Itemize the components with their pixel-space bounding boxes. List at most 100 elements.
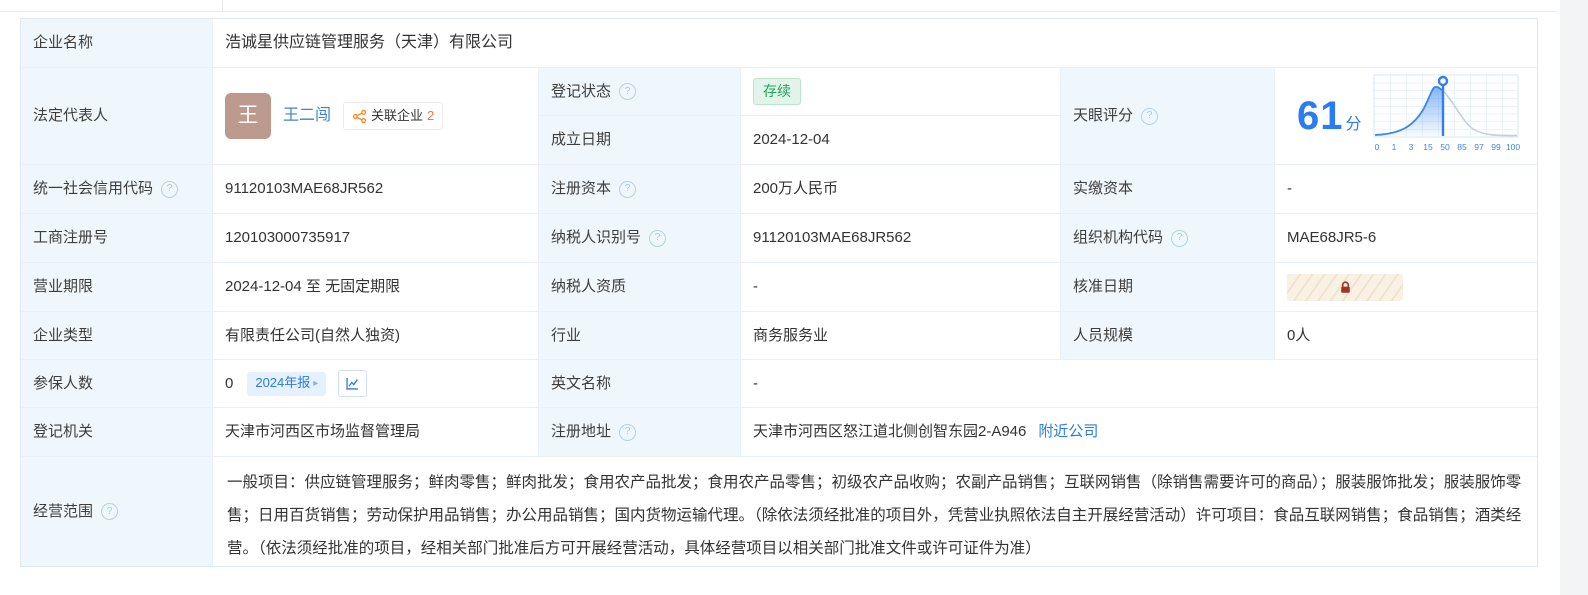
- help-icon[interactable]: ?: [619, 83, 637, 100]
- field-label-score: 天眼评分 ?: [1061, 68, 1275, 165]
- field-label-scope: 经营范围 ?: [21, 457, 213, 566]
- svg-text:100: 100: [1506, 142, 1520, 152]
- reg-capital-value: 200万人民币: [741, 165, 1061, 214]
- help-icon[interactable]: ?: [101, 503, 119, 520]
- label-text: 行业: [551, 326, 582, 344]
- taxpayer-no-value: 91120103MAE68JR562: [741, 214, 1061, 263]
- label-text: 统一社会信用代码: [33, 180, 154, 198]
- value-text: 2024-12-04 至 无固定期限: [225, 278, 401, 296]
- paid-capital-value: -: [1275, 165, 1537, 214]
- help-icon[interactable]: ?: [1171, 229, 1189, 247]
- score-number: 61 分: [1297, 96, 1362, 136]
- value-text: 120103000735917: [225, 229, 351, 247]
- field-label-biz-reg-no: 工商注册号: [21, 214, 213, 263]
- biz-term-value: 2024-12-04 至 无固定期限: [213, 263, 539, 312]
- field-label-biz-term: 营业期限: [21, 263, 213, 312]
- field-label-address: 注册地址 ?: [539, 408, 741, 457]
- insured-trend-button[interactable]: [338, 370, 368, 397]
- svg-text:85: 85: [1457, 142, 1467, 152]
- status-badge: 存续: [753, 78, 801, 105]
- label-text: 营业期限: [33, 278, 94, 296]
- company-info-page: 企业名称 浩诚星供应链管理服务（天津）有限公司 法定代表人 王 王二闯 关联企业…: [0, 0, 1588, 595]
- legal-rep-value: 王 王二闯 关联企业 2: [213, 68, 539, 165]
- value-text: 天津市河西区市场监督管理局: [225, 423, 421, 441]
- score-value: 61 分 0 1 3 15 50 85 97 99 100: [1275, 68, 1537, 165]
- score-distribution-chart: 0 1 3 15 50 85 97 99 100: [1373, 74, 1520, 152]
- field-label-company-type: 企业类型: [21, 312, 213, 360]
- help-icon[interactable]: ?: [1141, 107, 1159, 125]
- value-text: 商务服务业: [753, 326, 829, 344]
- label-text: 注册地址: [551, 423, 612, 441]
- label-text: 企业类型: [33, 326, 94, 344]
- company-name-text: 浩诚星供应链管理服务（天津）有限公司: [225, 33, 514, 51]
- value-text: 2024-12-04: [753, 131, 830, 149]
- caret-right-icon: ▸: [313, 378, 319, 389]
- svg-text:1: 1: [1392, 142, 1397, 152]
- value-text: MAE68JR5-6: [1287, 229, 1377, 247]
- label-text: 天眼评分: [1073, 107, 1134, 125]
- value-text: 200万人民币: [753, 180, 839, 198]
- help-icon[interactable]: ?: [161, 180, 179, 198]
- field-label-reg-capital: 注册资本 ?: [539, 165, 741, 214]
- field-label-insured: 参保人数: [21, 360, 213, 408]
- label-text: 纳税人识别号: [551, 229, 642, 247]
- company-info-table: 企业名称 浩诚星供应链管理服务（天津）有限公司 法定代表人 王 王二闯 关联企业…: [20, 18, 1538, 567]
- label-text: 工商注册号: [33, 229, 109, 247]
- address-value: 天津市河西区怒江道北侧创智东园2-A946 附近公司: [741, 408, 1537, 457]
- org-code-value: MAE68JR5-6: [1275, 214, 1537, 263]
- company-name-value: 浩诚星供应链管理服务（天津）有限公司: [213, 19, 1537, 68]
- label-text: 登记机关: [33, 423, 94, 441]
- field-label-english-name: 英文名称: [539, 360, 741, 408]
- svg-text:15: 15: [1423, 142, 1433, 152]
- label-text: 注册资本: [551, 180, 612, 198]
- field-label-paid-capital: 实缴资本: [1061, 165, 1275, 214]
- label-text: 实缴资本: [1073, 180, 1134, 198]
- field-label-taxpayer-quali: 纳税人资质: [539, 263, 741, 312]
- label-text: 人员规模: [1073, 326, 1134, 344]
- page-gutter: [1560, 0, 1588, 595]
- svg-text:97: 97: [1474, 142, 1484, 152]
- reg-authority-value: 天津市河西区市场监督管理局: [213, 408, 539, 457]
- field-label-reg-status: 登记状态 ?: [539, 68, 741, 116]
- value-text: 0: [225, 374, 234, 392]
- value-text: -: [1287, 180, 1292, 198]
- avatar[interactable]: 王: [225, 93, 271, 139]
- credit-code-value: 91120103MAE68JR562: [213, 165, 539, 214]
- label-text: 法定代表人: [33, 107, 109, 125]
- taxpayer-quali-value: -: [741, 263, 1061, 312]
- svg-text:0: 0: [1375, 142, 1380, 152]
- label-text: 英文名称: [551, 374, 612, 392]
- help-icon[interactable]: ?: [649, 229, 667, 247]
- label-text: 企业名称: [33, 34, 94, 52]
- biz-reg-no-value: 120103000735917: [213, 214, 539, 263]
- related-companies-badge[interactable]: 关联企业 2: [343, 102, 444, 130]
- value-text: 91120103MAE68JR562: [753, 229, 912, 247]
- reg-status-value: 存续: [741, 68, 1061, 116]
- help-icon[interactable]: ?: [619, 423, 637, 441]
- staff-size-value: 0人: [1275, 312, 1537, 360]
- label-text: 核准日期: [1073, 278, 1134, 296]
- address-text: 天津市河西区怒江道北侧创智东园2-A946: [753, 423, 1027, 441]
- insured-value: 0 2024年报 ▸: [213, 360, 539, 408]
- field-label-staff-size: 人员规模: [1061, 312, 1275, 360]
- related-companies-count: 2: [427, 107, 435, 123]
- value-text: 91120103MAE68JR562: [225, 180, 384, 198]
- score-marker-dot: [1437, 75, 1449, 87]
- field-label-credit-code: 统一社会信用代码 ?: [21, 165, 213, 214]
- nearby-companies-link[interactable]: 附近公司: [1038, 422, 1098, 442]
- help-icon[interactable]: ?: [619, 180, 637, 198]
- svg-text:3: 3: [1409, 142, 1414, 152]
- establish-date-value: 2024-12-04: [741, 116, 1061, 165]
- legal-rep-name-link[interactable]: 王二闯: [283, 106, 331, 127]
- field-label-industry: 行业: [539, 312, 741, 360]
- annual-report-badge[interactable]: 2024年报 ▸: [247, 371, 327, 396]
- approval-date-value: [1275, 263, 1537, 312]
- field-label-legal-rep: 法定代表人: [21, 68, 213, 165]
- locked-value[interactable]: [1287, 273, 1403, 301]
- related-companies-label: 关联企业: [371, 107, 424, 123]
- scope-value: 一般项目：供应链管理服务；鲜肉零售；鲜肉批发；食用农产品批发；食用农产品零售；初…: [213, 457, 1537, 566]
- label-text: 登记状态: [551, 82, 612, 100]
- label-text: 经营范围: [33, 502, 94, 520]
- line-chart-icon: [346, 377, 359, 390]
- score-num-text: 61: [1297, 94, 1344, 138]
